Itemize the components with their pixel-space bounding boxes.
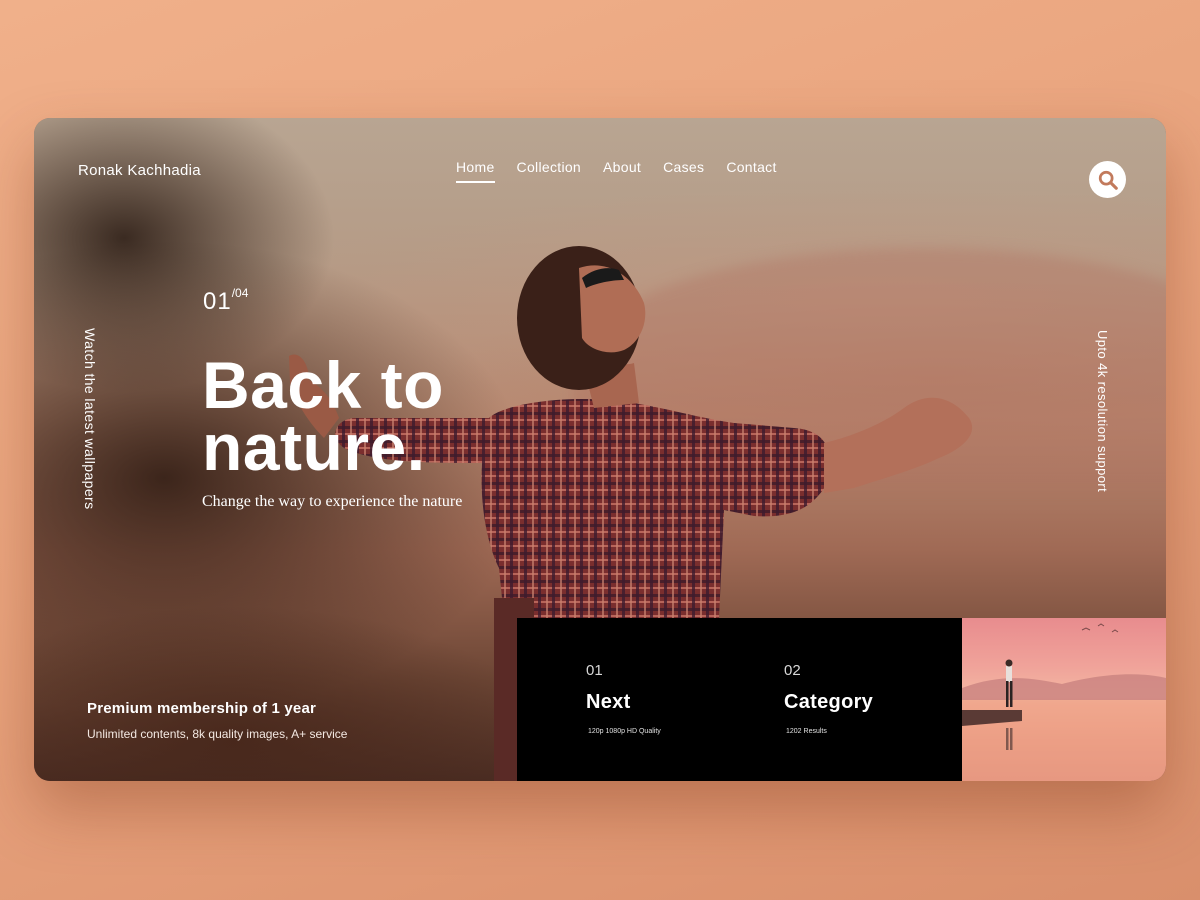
search-icon (1098, 170, 1118, 190)
slide-current: 01 (203, 288, 232, 315)
slide-total: /04 (231, 286, 249, 300)
bottom-panel: 01 Next 120p 1080p HD Quality 02 Categor… (517, 618, 962, 781)
panel-next-number: 01 (586, 662, 603, 679)
next-slide-thumbnail[interactable] (962, 618, 1166, 781)
side-text-left: Watch the latest wallpapers (82, 328, 98, 510)
hero-title-line2: nature. (202, 410, 426, 484)
search-button[interactable] (1089, 161, 1126, 198)
membership-description: Unlimited contents, 8k quality images, A… (87, 727, 348, 741)
slide-counter: 01/04 (203, 286, 249, 316)
side-text-right: Upto 4k resolution support (1095, 330, 1110, 493)
thumbnail-lake-image (962, 623, 1166, 781)
hero-card: Ronak Kachhadia Home Collection About Ca… (34, 118, 1166, 781)
panel-category-number: 02 (784, 662, 801, 679)
panel-category-sub: 1202 Results (786, 728, 827, 735)
panel-next-label: Next (586, 691, 631, 713)
panel-category[interactable]: 02 Category 1202 Results (784, 662, 873, 735)
main-nav: Home Collection About Cases Contact (456, 159, 777, 183)
nav-contact[interactable]: Contact (726, 159, 776, 183)
nav-home[interactable]: Home (456, 159, 495, 183)
hero-subtitle: Change the way to experience the nature (202, 493, 463, 510)
brand-name[interactable]: Ronak Kachhadia (78, 162, 201, 179)
panel-next-sub: 120p 1080p HD Quality (588, 728, 661, 735)
panel-next[interactable]: 01 Next 120p 1080p HD Quality (586, 662, 661, 735)
nav-about[interactable]: About (603, 159, 641, 183)
panel-category-label: Category (784, 691, 874, 713)
nav-collection[interactable]: Collection (517, 159, 581, 183)
nav-cases[interactable]: Cases (663, 159, 704, 183)
membership-block: Premium membership of 1 year Unlimited c… (87, 700, 347, 741)
hero-title-line1: Back to (202, 348, 444, 422)
hero-title: Back to nature. (202, 348, 542, 484)
membership-title: Premium membership of 1 year (87, 700, 317, 717)
